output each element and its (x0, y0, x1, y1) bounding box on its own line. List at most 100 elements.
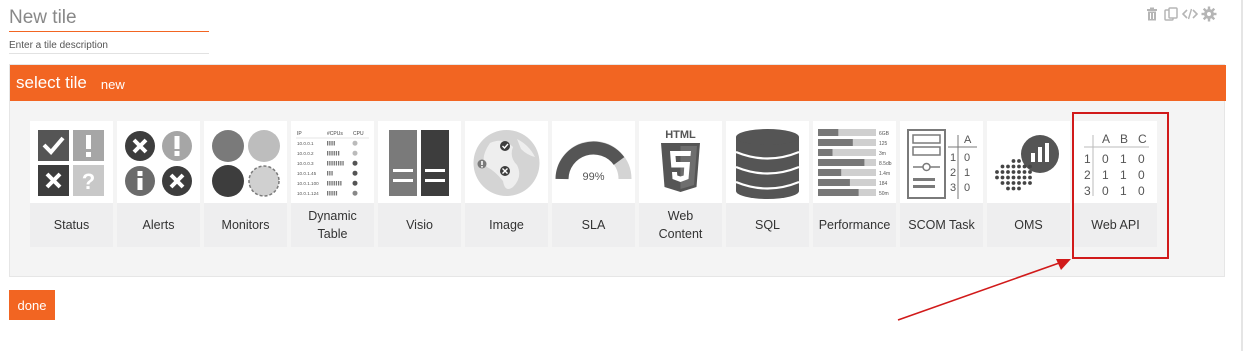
oms-dot (1017, 186, 1021, 191)
table-cell-ip: 10.0.1.124 (297, 191, 319, 196)
tile-sla[interactable]: 99% SLA (552, 121, 635, 247)
scom-row-number: 3 (950, 182, 956, 194)
gear-icon[interactable] (1201, 6, 1217, 22)
performance-icon: 6GB 125 3m 8.5db 1.4m 184 50m (813, 121, 896, 203)
cpu-bar (342, 161, 344, 166)
oms-dot (995, 170, 999, 174)
oms-icon (987, 121, 1070, 203)
cpu-bar (329, 151, 331, 156)
tile-title-input[interactable] (9, 5, 209, 32)
tile-monitors[interactable]: Monitors (204, 121, 287, 247)
cpu-bar (331, 181, 333, 186)
tile-label: SQL (754, 218, 780, 232)
table-cell-ip: 10.0.0.1 (297, 141, 314, 146)
perf-value: 3m (879, 151, 886, 157)
alerts-icon (117, 121, 200, 203)
tile-label: SLA (581, 218, 606, 232)
cpu-bar (327, 141, 329, 146)
sql-icon (726, 121, 809, 203)
oms-dot (1028, 181, 1032, 185)
perf-value: 50m (879, 191, 889, 197)
tile-status[interactable]: ? Status (30, 121, 113, 247)
cpu-bar (338, 181, 340, 186)
tile-dynamic-table[interactable]: IP #CPUs CPU 10.0.0.1 10.0.0.2 10.0.0.3 10.0.1… (291, 121, 374, 247)
tile-label: Performance (818, 218, 891, 232)
cpu-bar (329, 171, 331, 176)
oms-dot (1006, 175, 1010, 180)
scom-cell: 1 (964, 167, 970, 179)
cpu-bar (327, 181, 329, 186)
code-icon[interactable] (1182, 6, 1198, 22)
trash-icon[interactable] (1144, 6, 1160, 22)
scom-row-number: 2 (950, 167, 956, 179)
perf-value: 1.4m (879, 171, 890, 177)
table-cell-ip: 10.0.0.2 (297, 151, 314, 156)
table-cell-ip: 10.0.0.3 (297, 161, 314, 166)
cpu-bar (335, 161, 338, 166)
annotation-highlight-box (1072, 112, 1169, 259)
oms-dot (1006, 170, 1010, 174)
oms-dot (1017, 159, 1021, 163)
oms-dot (1000, 164, 1005, 169)
oms-dot (1028, 175, 1032, 180)
cpu-dot (352, 160, 358, 166)
tile-oms[interactable]: OMS (987, 121, 1070, 247)
status-icon: ? (30, 121, 113, 203)
cpu-bar (331, 141, 333, 146)
perf-value: 184 (879, 181, 888, 187)
tile-sql[interactable]: SQL (726, 121, 809, 247)
oms-dot (1017, 164, 1021, 169)
perf-bar-fill (818, 159, 865, 166)
perf-bar-fill (818, 149, 833, 156)
tile-label: Image (489, 218, 524, 232)
tile-label: OMS (1014, 218, 1043, 232)
oms-dot (1006, 186, 1010, 191)
cpu-bar (329, 161, 331, 166)
cpu-bar (329, 181, 331, 186)
tile-performance[interactable]: 6GB 125 3m 8.5db 1.4m 184 50m Performance (813, 121, 896, 247)
tile-visio[interactable]: Visio (378, 121, 461, 247)
oms-dot (1000, 170, 1005, 174)
tile-scom-task[interactable]: A102130 SCOM Task (900, 121, 983, 247)
cpu-bar (327, 161, 329, 166)
done-button[interactable]: done (9, 290, 55, 320)
cpu-bar (329, 141, 331, 146)
oms-dot (1017, 181, 1021, 185)
oms-dot (1011, 170, 1016, 174)
oms-dot (1022, 175, 1027, 180)
tile-web-content[interactable]: HTML Web Content (639, 121, 722, 247)
cpu-bar (338, 151, 340, 156)
perf-bar-fill (818, 139, 853, 146)
perf-value: 8.5db (879, 161, 892, 167)
new-link[interactable]: new (101, 77, 125, 92)
monitors-icon (204, 121, 287, 203)
cpu-bar (331, 151, 333, 156)
cpu-bar (335, 181, 338, 186)
oms-dot (1011, 175, 1016, 180)
scom-header: A (964, 134, 972, 146)
cpu-bar (331, 191, 333, 196)
perf-value: 125 (879, 141, 888, 147)
oms-dot (1000, 181, 1005, 185)
oms-dot (1028, 164, 1032, 169)
duplicate-icon[interactable] (1163, 6, 1179, 22)
oms-dot (1006, 181, 1010, 185)
tile-toolbar (1144, 6, 1217, 22)
cpu-dot (352, 150, 358, 156)
cpu-bar (331, 171, 333, 176)
cpu-bar (338, 161, 340, 166)
html5-icon: HTML (639, 121, 722, 203)
oms-dot (1011, 164, 1016, 169)
sla-icon: 99% (552, 121, 635, 203)
tile-description-input[interactable] (9, 38, 209, 54)
oms-dot (995, 175, 999, 180)
oms-dot (1011, 181, 1016, 185)
sla-value: 99% (582, 171, 604, 183)
tile-alerts[interactable]: Alerts (117, 121, 200, 247)
cpu-bar (340, 181, 342, 186)
tile-image[interactable]: Image (465, 121, 548, 247)
cpu-dot (352, 190, 358, 196)
visio-icon (378, 121, 461, 203)
perf-bar-fill (818, 189, 859, 196)
tile-selector-panel: select tile new ? Status Alerts Monitors… (9, 64, 1226, 277)
